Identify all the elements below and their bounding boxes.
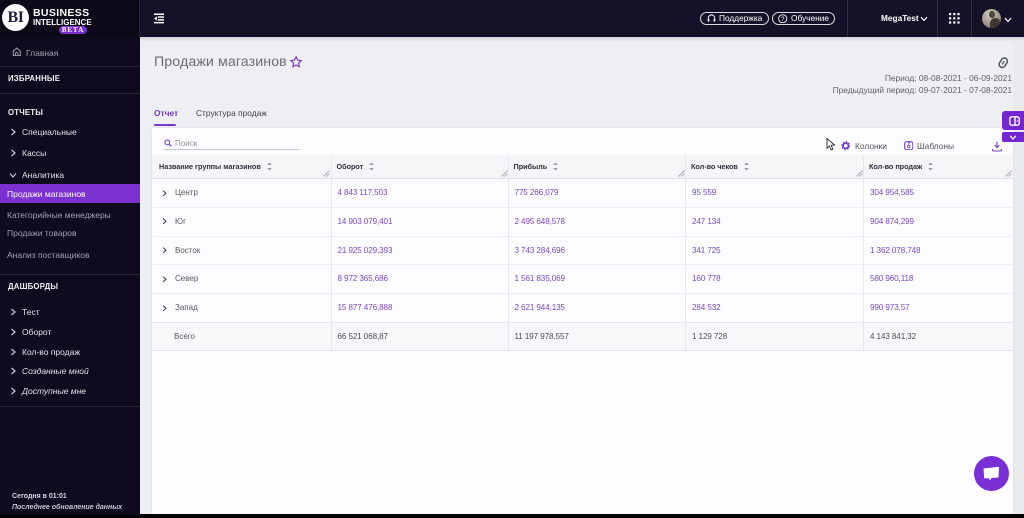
svg-text:?: ? bbox=[781, 15, 785, 22]
